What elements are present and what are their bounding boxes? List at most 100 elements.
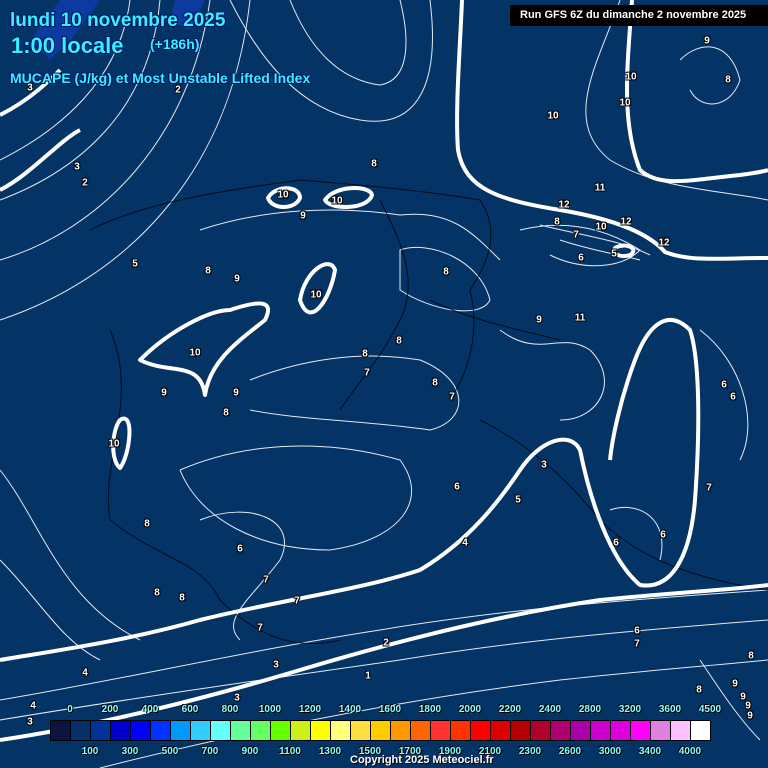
contour-label: 5 xyxy=(611,248,617,260)
forecast-date: lundi 10 novembre 2025 xyxy=(10,10,226,31)
contour-label: 8 xyxy=(223,407,229,419)
contour-label: 6 xyxy=(634,625,640,637)
legend-tick-top: 800 xyxy=(221,704,239,715)
legend-swatch xyxy=(651,721,671,740)
legend-tick-top: 1200 xyxy=(298,704,322,715)
legend-tick-bottom: 300 xyxy=(121,746,139,757)
contour-label: 6 xyxy=(660,529,666,541)
legend-tick-bottom: 4000 xyxy=(678,746,702,757)
legend-tick-top: 4500 xyxy=(698,704,722,715)
forecast-lead-time: (+186h) xyxy=(150,36,200,52)
contour-label: 5 xyxy=(515,494,521,506)
run-info: Run GFS 6Z du dimanche 2 novembre 2025 xyxy=(510,5,768,26)
legend-tick-top: 3200 xyxy=(618,704,642,715)
color-legend xyxy=(50,720,711,741)
thin-contours xyxy=(0,0,768,768)
legend-tick-top: 400 xyxy=(141,704,159,715)
legend-tick-top: 1600 xyxy=(378,704,402,715)
contour-label: 6 xyxy=(454,481,460,493)
legend-tick-top: 2200 xyxy=(498,704,522,715)
legend-swatch xyxy=(351,721,371,740)
legend-swatch xyxy=(331,721,351,740)
contour-label: 8 xyxy=(396,335,402,347)
contour-label: 8 xyxy=(725,74,731,86)
legend-tick-bottom: 700 xyxy=(201,746,219,757)
legend-tick-bottom: 900 xyxy=(241,746,259,757)
legend-tick-bottom: 3400 xyxy=(638,746,662,757)
legend-tick-bottom: 1300 xyxy=(318,746,342,757)
contour-label: 6 xyxy=(730,391,736,403)
contour-label: 10 xyxy=(310,289,322,301)
legend-swatch xyxy=(411,721,431,740)
legend-tick-bottom: 2300 xyxy=(518,746,542,757)
legend-swatch xyxy=(451,721,471,740)
contour-label: 6 xyxy=(721,379,727,391)
contour-label: 6 xyxy=(613,537,619,549)
contour-label: 9 xyxy=(161,387,167,399)
contour-label: 7 xyxy=(634,638,640,650)
legend-swatch xyxy=(591,721,611,740)
legend-swatch xyxy=(271,721,291,740)
legend-tick-top: 1400 xyxy=(338,704,362,715)
contour-label: 12 xyxy=(558,199,570,211)
legend-swatch xyxy=(171,721,191,740)
legend-tick-bottom: 3000 xyxy=(598,746,622,757)
legend-swatch xyxy=(671,721,691,740)
legend-swatch xyxy=(571,721,591,740)
parameter-title: MUCAPE (J/kg) et Most Unstable Lifted In… xyxy=(10,70,311,86)
contour-label: 10 xyxy=(619,97,631,109)
legend-swatch xyxy=(531,721,551,740)
legend-swatch xyxy=(191,721,211,740)
contour-label: 11 xyxy=(574,312,586,324)
contour-label: 8 xyxy=(696,684,702,696)
legend-swatch xyxy=(231,721,251,740)
legend-swatch xyxy=(211,721,231,740)
contour-label: 8 xyxy=(443,266,449,278)
contour-label: 8 xyxy=(144,518,150,530)
contour-label: 3 xyxy=(74,161,80,173)
legend-tick-top: 2400 xyxy=(538,704,562,715)
copyright: Copyright 2025 Meteociel.fr xyxy=(350,754,494,766)
contour-label: 7 xyxy=(263,574,269,586)
contour-label: 5 xyxy=(132,258,138,270)
legend-swatch xyxy=(71,721,91,740)
legend-swatch xyxy=(371,721,391,740)
legend-swatch xyxy=(131,721,151,740)
legend-tick-top: 0 xyxy=(67,704,73,715)
contour-label: 9 xyxy=(233,387,239,399)
legend-tick-bottom: 2600 xyxy=(558,746,582,757)
contour-label: 6 xyxy=(578,252,584,264)
legend-swatch xyxy=(251,721,271,740)
contour-label: 4 xyxy=(462,537,468,549)
legend-swatch xyxy=(611,721,631,740)
contour-label: 1 xyxy=(365,670,371,682)
contour-label: 10 xyxy=(331,195,343,207)
legend-swatch xyxy=(391,721,411,740)
contour-label: 8 xyxy=(179,592,185,604)
legend-swatch xyxy=(551,721,571,740)
contour-label: 7 xyxy=(706,482,712,494)
contour-label: 8 xyxy=(748,650,754,662)
legend-tick-top: 2800 xyxy=(578,704,602,715)
contour-label: 2 xyxy=(383,637,389,649)
legend-tick-top: 3600 xyxy=(658,704,682,715)
legend-tick-top: 200 xyxy=(101,704,119,715)
contour-label: 9 xyxy=(234,273,240,285)
contour-label: 8 xyxy=(362,348,368,360)
contour-label: 7 xyxy=(294,595,300,607)
contour-label: 12 xyxy=(658,237,670,249)
legend-tick-bottom: 1100 xyxy=(279,746,301,757)
contour-label: 4 xyxy=(30,700,36,712)
contour-label: 12 xyxy=(620,216,632,228)
contour-label: 3 xyxy=(541,459,547,471)
contour-label: 7 xyxy=(257,622,263,634)
legend-swatch xyxy=(311,721,331,740)
legend-swatch xyxy=(691,721,710,740)
contour-label: 11 xyxy=(594,182,606,194)
contour-label: 6 xyxy=(237,543,243,555)
contour-label: 3 xyxy=(273,659,279,671)
contour-label: 4 xyxy=(82,667,88,679)
contour-label: 8 xyxy=(554,216,560,228)
contour-label: 7 xyxy=(573,229,579,241)
contour-label: 3 xyxy=(27,716,33,728)
